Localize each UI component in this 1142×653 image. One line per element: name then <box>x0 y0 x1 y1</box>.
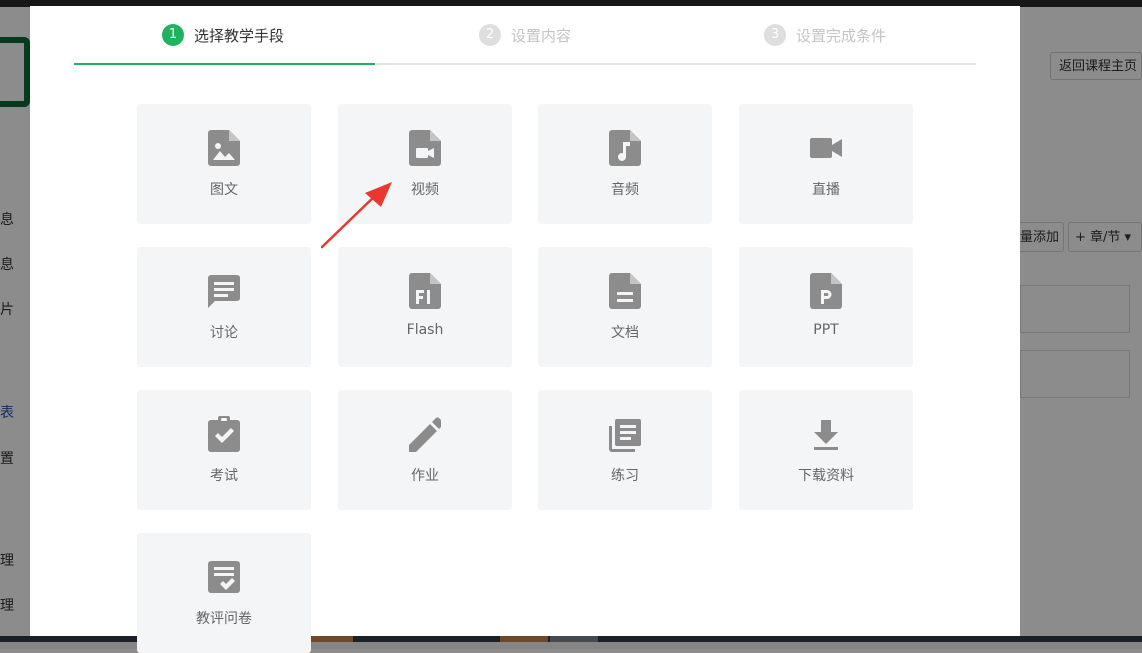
select-teaching-method-modal: 1 选择教学手段 2 设置内容 3 设置完成条件 图文 视频 音频 直播 讨论 … <box>30 6 1020 653</box>
tile-audio[interactable]: 音频 <box>538 104 712 224</box>
image-file-icon <box>208 130 240 166</box>
library-books-icon <box>609 416 641 452</box>
audio-file-icon <box>609 130 641 166</box>
tile-download[interactable]: 下载资料 <box>739 390 913 510</box>
tile-label: 讨论 <box>210 325 238 341</box>
download-icon <box>810 416 842 452</box>
step-number: 2 <box>479 24 501 46</box>
step-label: 选择教学手段 <box>194 26 285 45</box>
tile-label: 直播 <box>812 182 840 198</box>
tile-homework[interactable]: 作业 <box>338 390 512 510</box>
tile-exam[interactable]: 考试 <box>137 390 311 510</box>
tile-live[interactable]: 直播 <box>739 104 913 224</box>
ppt-file-icon <box>810 273 842 309</box>
step-1[interactable]: 1 选择教学手段 <box>162 24 284 46</box>
tile-label: 视频 <box>411 182 439 198</box>
step-progress-active <box>74 63 375 65</box>
tile-practice[interactable]: 练习 <box>538 390 712 510</box>
video-file-icon <box>409 130 441 166</box>
video-camera-icon <box>810 130 842 166</box>
step-3[interactable]: 3 设置完成条件 <box>764 24 886 46</box>
tile-label: PPT <box>813 322 839 338</box>
clipboard-check-icon <box>208 416 240 452</box>
pencil-icon <box>409 416 441 452</box>
tile-label: 下载资料 <box>798 468 854 484</box>
tile-label: 考试 <box>210 468 238 484</box>
tile-flash[interactable]: Flash <box>338 247 512 367</box>
step-number: 1 <box>162 24 184 46</box>
tile-label: Flash <box>406 322 444 338</box>
tile-label: 图文 <box>210 182 238 198</box>
tile-document[interactable]: 文档 <box>538 247 712 367</box>
tile-image-text[interactable]: 图文 <box>137 104 311 224</box>
tile-ppt[interactable]: PPT <box>739 247 913 367</box>
flash-file-icon <box>409 273 441 309</box>
tile-label: 文档 <box>611 325 639 341</box>
step-2[interactable]: 2 设置内容 <box>479 24 571 46</box>
tile-label: 练习 <box>611 468 639 484</box>
step-number: 3 <box>764 24 786 46</box>
tile-label: 教评问卷 <box>196 611 252 627</box>
tile-discussion[interactable]: 讨论 <box>137 247 311 367</box>
tile-survey[interactable]: 教评问卷 <box>137 533 311 653</box>
survey-check-icon <box>208 559 240 595</box>
tile-label: 作业 <box>411 468 439 484</box>
step-label: 设置完成条件 <box>796 26 887 45</box>
tile-video[interactable]: 视频 <box>338 104 512 224</box>
tile-label: 音频 <box>611 182 639 198</box>
document-file-icon <box>609 273 641 309</box>
comment-icon <box>208 273 240 309</box>
step-label: 设置内容 <box>511 26 572 45</box>
